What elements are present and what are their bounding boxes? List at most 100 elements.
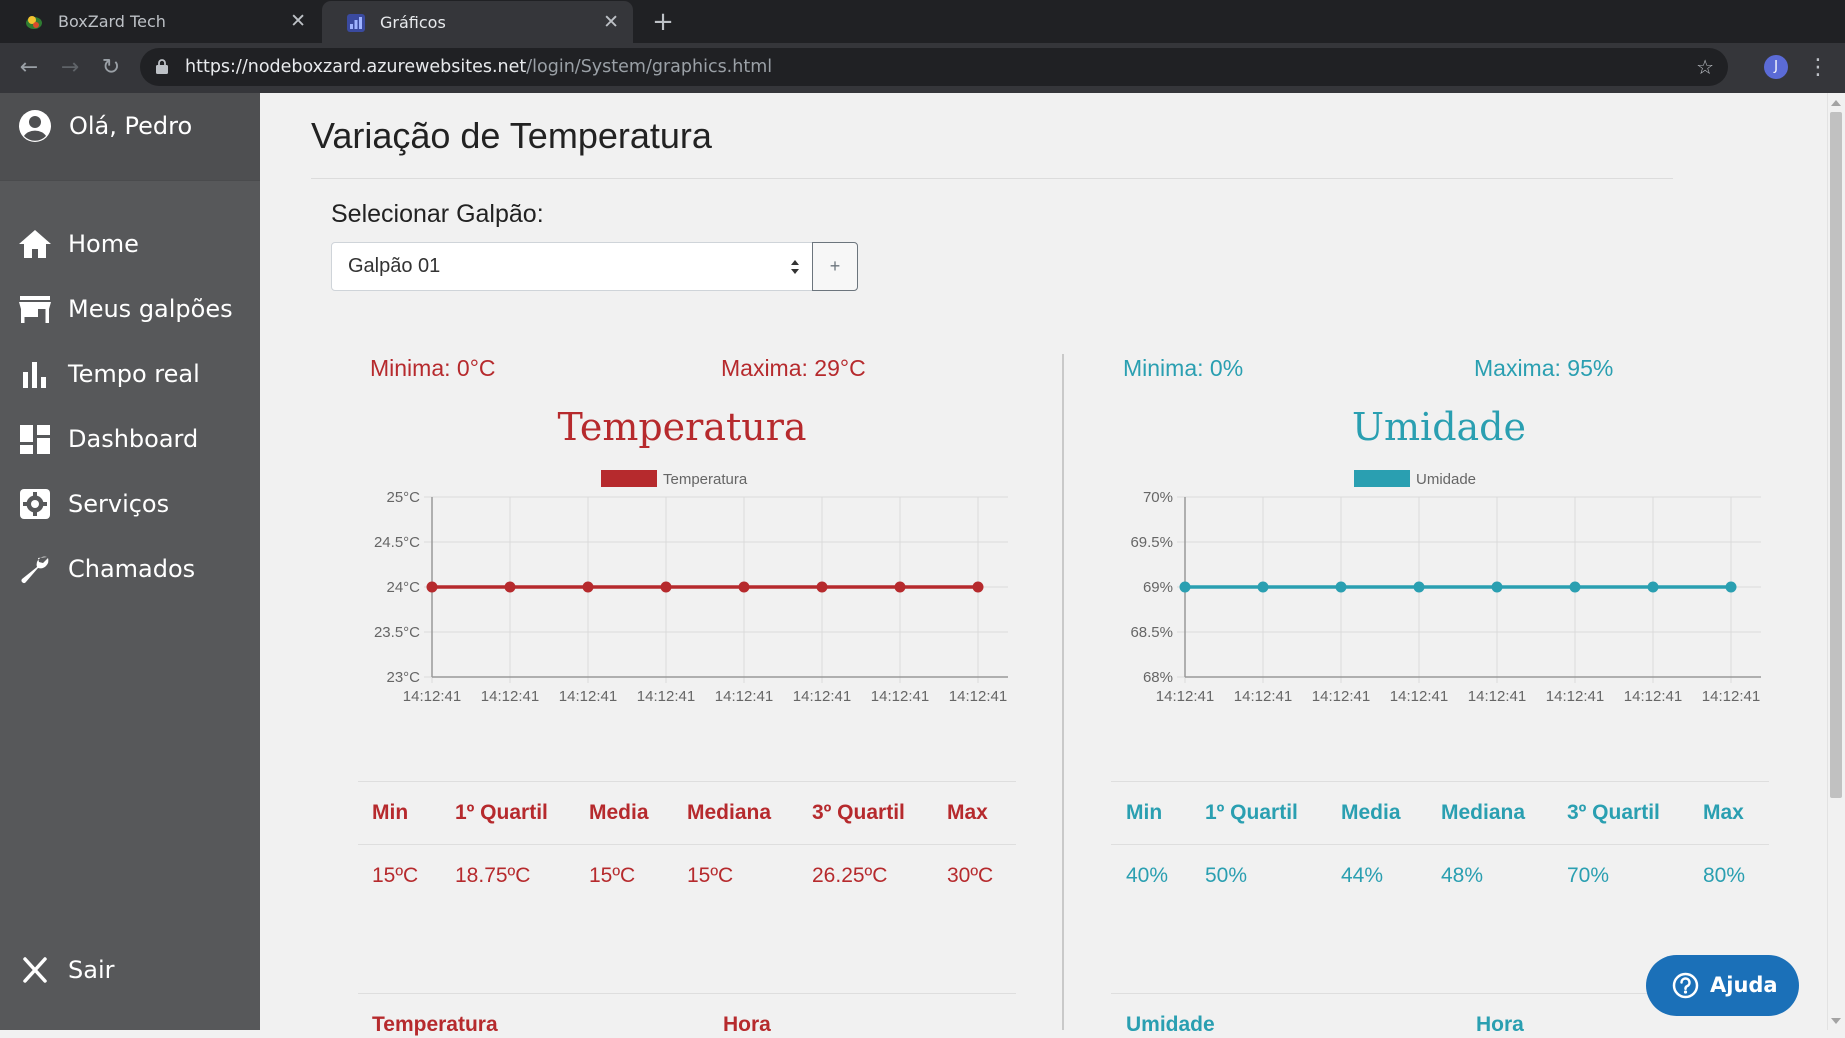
sidebar-item-home[interactable]: Home bbox=[0, 219, 260, 269]
humidity-stat-value: 40% bbox=[1126, 864, 1169, 887]
temperature-data-point bbox=[426, 581, 438, 593]
temperature-stat-header: 1º Quartil bbox=[455, 801, 548, 824]
bookmark-star-icon[interactable]: ☆ bbox=[1696, 48, 1714, 86]
humidity-x-tick-label: 14:12:41 bbox=[1390, 688, 1448, 705]
temperature-title: Temperatura bbox=[557, 405, 807, 449]
url-text: https://nodeboxzard.azurewebsites.net/lo… bbox=[185, 48, 772, 86]
sidebar-item-label: Home bbox=[68, 230, 139, 258]
humidity-chart: Umidade 70% 69.5% 69% 68.5% 68% 14:12:41 14:12:… bbox=[1130, 470, 1761, 705]
temperature-x-tick-label: 14:12:41 bbox=[637, 688, 695, 705]
temperature-x-tick-label: 14:12:41 bbox=[559, 688, 617, 705]
scroll-down-arrow-icon[interactable] bbox=[1831, 1018, 1841, 1024]
temperature-list-header: Temperatura bbox=[372, 1013, 498, 1036]
browser-menu-icon[interactable]: ⋮ bbox=[1806, 53, 1830, 83]
temperature-data-point bbox=[582, 581, 594, 593]
temperature-x-tick-label: 14:12:41 bbox=[403, 688, 461, 705]
question-icon bbox=[1672, 972, 1699, 999]
tab-boxzard[interactable]: BoxZard Tech ✕ bbox=[0, 0, 320, 43]
humidity-data-point bbox=[1569, 581, 1581, 593]
reload-icon[interactable]: ↻ bbox=[96, 53, 126, 83]
humidity-stat-value: 44% bbox=[1341, 864, 1384, 887]
temperature-y-tick-label: 25°C bbox=[386, 489, 420, 506]
temperature-x-tick-label: 14:12:41 bbox=[871, 688, 929, 705]
page-title: Variação de Temperatura bbox=[311, 115, 712, 156]
new-tab-button[interactable]: + bbox=[648, 4, 678, 40]
humidity-data-point bbox=[1335, 581, 1347, 593]
help-button[interactable]: Ajuda bbox=[1646, 955, 1799, 1016]
store-icon bbox=[19, 296, 51, 323]
address-bar[interactable]: https://nodeboxzard.azurewebsites.net/lo… bbox=[140, 48, 1728, 86]
humidity-y-tick-label: 69% bbox=[1143, 579, 1173, 596]
sidebar-item-chamados[interactable]: Chamados bbox=[0, 544, 260, 594]
greeting-text: Olá, Pedro bbox=[69, 112, 193, 140]
title-divider bbox=[311, 178, 1673, 179]
humidity-data-point bbox=[1179, 581, 1191, 593]
temperature-stat-value: 30ºC bbox=[947, 864, 994, 887]
temperature-y-tick-label: 24.5°C bbox=[374, 534, 420, 551]
sidebar-item-label: Tempo real bbox=[68, 360, 200, 388]
humidity-x-tick-label: 14:12:41 bbox=[1234, 688, 1292, 705]
select-warehouse-label: Selecionar Galpão: bbox=[331, 200, 544, 228]
temperature-chart: Temperatura 25°C 24.5°C 24°C 23.5°C 23°C 14:12… bbox=[374, 470, 1008, 705]
url-path: /login/System/graphics.html bbox=[526, 57, 773, 77]
temperature-stat-value: 15ºC bbox=[589, 864, 636, 887]
logout-button[interactable]: Sair bbox=[0, 945, 260, 995]
temperature-stat-header: Max bbox=[947, 801, 988, 824]
warehouse-select[interactable]: Galpão 01 bbox=[331, 242, 813, 291]
temperature-list-header: Hora bbox=[723, 1013, 771, 1036]
temperature-data-point bbox=[504, 581, 516, 593]
graphics-favicon-icon bbox=[347, 14, 365, 32]
scroll-up-arrow-icon[interactable] bbox=[1831, 100, 1841, 106]
profile-avatar[interactable]: J bbox=[1764, 55, 1788, 79]
close-tab-icon[interactable]: ✕ bbox=[290, 0, 306, 43]
tab-graficos[interactable]: Gráficos ✕ bbox=[322, 1, 633, 43]
help-label: Ajuda bbox=[1710, 973, 1778, 997]
sidebar: Olá, Pedro Home Meus galpões Tempo real bbox=[0, 93, 260, 1030]
humidity-stat-header: 3º Quartil bbox=[1567, 801, 1660, 824]
temperature-x-tick-label: 14:12:41 bbox=[481, 688, 539, 705]
temperature-data-point bbox=[972, 581, 984, 593]
temperature-y-tick-label: 23.5°C bbox=[374, 624, 420, 641]
humidity-legend-swatch bbox=[1354, 470, 1410, 487]
humidity-x-tick-label: 14:12:41 bbox=[1624, 688, 1682, 705]
humidity-y-tick-label: 68.5% bbox=[1130, 624, 1173, 641]
temperature-y-tick-label: 24°C bbox=[386, 579, 420, 596]
humidity-x-tick-label: 14:12:41 bbox=[1312, 688, 1370, 705]
selected-warehouse: Galpão 01 bbox=[348, 255, 441, 277]
close-tab-icon[interactable]: ✕ bbox=[603, 1, 619, 44]
back-arrow-icon[interactable]: ← bbox=[14, 53, 44, 83]
user-greeting[interactable]: Olá, Pedro bbox=[0, 93, 260, 181]
sidebar-item-servicos[interactable]: Serviços bbox=[0, 479, 260, 529]
sidebar-item-label: Serviços bbox=[68, 490, 170, 518]
humidity-y-tick-label: 68% bbox=[1143, 669, 1173, 686]
boxzard-favicon-icon bbox=[26, 16, 42, 29]
sidebar-item-dashboard[interactable]: Dashboard bbox=[0, 414, 260, 464]
humidity-stat-value: 70% bbox=[1567, 864, 1610, 887]
temperature-min-label: Minima: 0°C bbox=[370, 355, 496, 381]
temperature-x-tick-label: 14:12:41 bbox=[715, 688, 773, 705]
select-caret-icon bbox=[791, 260, 799, 274]
temperature-data-point bbox=[660, 581, 672, 593]
humidity-list-header: Umidade bbox=[1126, 1013, 1215, 1036]
add-warehouse-button[interactable]: + bbox=[812, 242, 858, 291]
humidity-x-tick-label: 14:12:41 bbox=[1702, 688, 1760, 705]
temperature-stat-value: 26.25ºC bbox=[812, 864, 888, 887]
forward-arrow-icon[interactable]: → bbox=[55, 53, 85, 83]
temperature-stat-value: 18.75ºC bbox=[455, 864, 531, 887]
temperature-x-tick-label: 14:12:41 bbox=[949, 688, 1007, 705]
humidity-stat-header: Min bbox=[1126, 801, 1163, 824]
temperature-stats-top-rule bbox=[358, 781, 1016, 782]
wrench-icon bbox=[21, 556, 49, 583]
url-host: https://nodeboxzard.azurewebsites.net bbox=[185, 57, 527, 77]
sidebar-item-label: Meus galpões bbox=[68, 295, 233, 323]
sidebar-item-tempo-real[interactable]: Tempo real bbox=[0, 349, 260, 399]
sidebar-item-meus-galpoes[interactable]: Meus galpões bbox=[0, 284, 260, 334]
tab-title: Gráficos bbox=[380, 13, 446, 32]
humidity-x-tick-label: 14:12:41 bbox=[1156, 688, 1214, 705]
humidity-y-tick-label: 70% bbox=[1143, 489, 1173, 506]
humidity-stat-value: 80% bbox=[1703, 864, 1746, 887]
temperature-stats-header-rule bbox=[358, 844, 1016, 845]
scrollbar-thumb[interactable] bbox=[1830, 112, 1842, 798]
temperature-y-tick-label: 23°C bbox=[386, 669, 420, 686]
temperature-legend-label: Temperatura bbox=[663, 471, 748, 488]
